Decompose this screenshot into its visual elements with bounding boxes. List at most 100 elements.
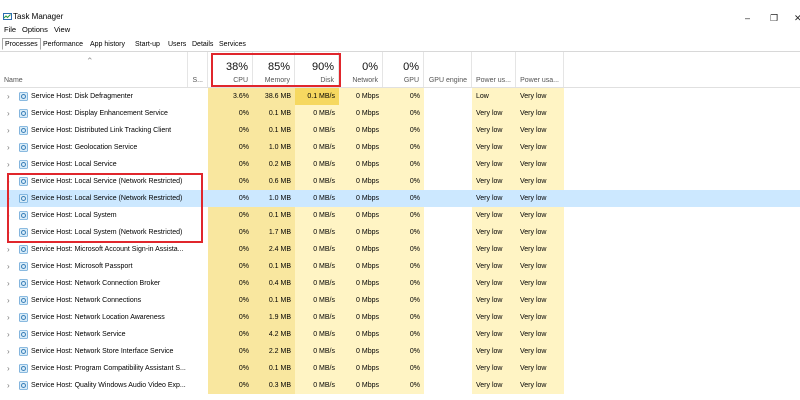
process-row[interactable]: › Service Host: Distributed Link Trackin… (0, 122, 800, 139)
gpu-engine-value (424, 326, 472, 343)
gpu-value: 0% (383, 241, 424, 258)
tab-startup[interactable]: Start-up (132, 38, 163, 50)
gpu-engine-value (424, 241, 472, 258)
expand-chevron-icon[interactable]: › (7, 105, 10, 122)
process-row[interactable]: › Service Host: Network Connection Broke… (0, 275, 800, 292)
tab-users[interactable]: Users (165, 38, 189, 50)
expand-chevron-icon[interactable]: › (7, 139, 10, 156)
column-header-gpu[interactable]: 0% GPU (383, 52, 424, 88)
service-gear-icon (19, 296, 28, 305)
tab-processes[interactable]: Processes (2, 38, 41, 50)
gpu-engine-value (424, 139, 472, 156)
expand-chevron-icon[interactable]: › (7, 241, 10, 258)
power-usage-value: Very low (472, 360, 516, 377)
process-row[interactable]: › Service Host: Geolocation Service 0% 1… (0, 139, 800, 156)
expand-chevron-icon[interactable]: › (7, 173, 10, 190)
column-header-status[interactable]: S... (188, 52, 208, 88)
expand-chevron-icon[interactable]: › (7, 292, 10, 309)
process-row[interactable]: › Service Host: Local System (Network Re… (0, 224, 800, 241)
process-name: Service Host: Network Store Interface Se… (31, 348, 174, 355)
service-gear-icon (19, 364, 28, 373)
power-usage-trend-value: Very low (516, 241, 564, 258)
column-header-power-usage-trend[interactable]: Power usa... (516, 52, 564, 88)
column-header-name[interactable]: Name (0, 52, 188, 88)
column-header-power-usage[interactable]: Power us... (472, 52, 516, 88)
process-row[interactable]: › Service Host: Network Location Awarene… (0, 309, 800, 326)
expand-chevron-icon[interactable]: › (7, 207, 10, 224)
expand-chevron-icon[interactable]: › (7, 190, 10, 207)
power-usage-trend-value: Very low (516, 309, 564, 326)
expand-chevron-icon[interactable]: › (7, 326, 10, 343)
power-usage-trend-value: Very low (516, 326, 564, 343)
gpu-value: 0% (383, 88, 424, 105)
expand-chevron-icon[interactable]: › (7, 360, 10, 377)
expand-chevron-icon[interactable]: › (7, 343, 10, 360)
column-header-cpu[interactable]: 38% CPU (208, 52, 253, 88)
column-label-cpu: CPU (233, 77, 248, 84)
power-usage-value: Very low (476, 195, 503, 202)
cpu-value: 0% (208, 360, 253, 377)
expand-chevron-icon[interactable]: › (7, 122, 10, 139)
gpu-value: 0% (383, 224, 424, 241)
expand-chevron-icon[interactable]: › (7, 88, 10, 105)
process-row[interactable]: › Service Host: Local Service (Network R… (0, 190, 800, 207)
tab-performance[interactable]: Performance (40, 38, 86, 50)
process-row[interactable]: › Service Host: Network Connections 0% 0… (0, 292, 800, 309)
power-usage-trend-value: Very low (516, 360, 564, 377)
gpu-engine-value (424, 156, 472, 173)
disk-value: 0 MB/s (313, 195, 335, 202)
disk-value: 0 MB/s (295, 360, 339, 377)
process-row[interactable]: › Service Host: Local System 0% 0.1 MB 0… (0, 207, 800, 224)
gpu-engine-value (424, 377, 472, 394)
service-gear-icon (19, 279, 28, 288)
gpu-value: 0% (383, 343, 424, 360)
process-row[interactable]: › Service Host: Microsoft Account Sign-i… (0, 241, 800, 258)
disk-value: 0 MB/s (295, 326, 339, 343)
expand-chevron-icon[interactable]: › (7, 156, 10, 173)
column-header-memory[interactable]: 85% Memory (253, 52, 295, 88)
process-name: Service Host: Microsoft Passport (31, 263, 133, 270)
disk-value: 0 MB/s (295, 292, 339, 309)
process-row[interactable]: › Service Host: Quality Windows Audio Vi… (0, 377, 800, 394)
column-label-memory: Memory (264, 77, 290, 84)
menu-options[interactable]: Options (22, 25, 48, 34)
process-row[interactable]: › Service Host: Network Service 0% 4.2 M… (0, 326, 800, 343)
expand-chevron-icon[interactable]: › (7, 258, 10, 275)
gpu-value: 0% (383, 207, 424, 224)
column-header-disk[interactable]: 90% Disk (295, 52, 339, 88)
cpu-value: 0% (208, 156, 253, 173)
expand-chevron-icon[interactable]: › (7, 275, 10, 292)
close-icon[interactable]: ✕ (794, 13, 800, 24)
process-row[interactable]: › Service Host: Disk Defragmenter 3.6% 3… (0, 88, 800, 105)
gpu-value: 0% (383, 292, 424, 309)
menu-file[interactable]: File (4, 25, 16, 34)
expand-chevron-icon[interactable]: › (7, 377, 10, 394)
power-usage-value: Very low (472, 275, 516, 292)
memory-value: 0.1 MB (253, 207, 295, 224)
expand-chevron-icon[interactable]: › (7, 224, 10, 241)
expand-chevron-icon[interactable]: › (7, 309, 10, 326)
restore-icon[interactable]: ❐ (770, 13, 778, 24)
process-row[interactable]: › Service Host: Network Store Interface … (0, 343, 800, 360)
process-name: Service Host: Disk Defragmenter (31, 93, 133, 100)
process-row[interactable]: › Service Host: Display Enhancement Serv… (0, 105, 800, 122)
cpu-value: 0% (208, 275, 253, 292)
process-row[interactable]: › Service Host: Local Service 0% 0.2 MB … (0, 156, 800, 173)
process-row[interactable]: › Service Host: Microsoft Passport 0% 0.… (0, 258, 800, 275)
power-usage-trend-value: Very low (520, 195, 547, 202)
network-total-percent: 0% (362, 61, 378, 73)
column-header-network[interactable]: 0% Network (339, 52, 383, 88)
disk-value: 0 MB/s (295, 377, 339, 394)
network-value: 0 Mbps (339, 156, 383, 173)
tab-details[interactable]: Details (189, 38, 216, 50)
process-name: Service Host: Network Connection Broker (31, 280, 161, 287)
process-row[interactable]: › Service Host: Program Compatibility As… (0, 360, 800, 377)
menu-view[interactable]: View (54, 25, 70, 34)
process-list: › Service Host: Disk Defragmenter 3.6% 3… (0, 88, 800, 394)
tab-services[interactable]: Services (216, 38, 249, 50)
process-name: Service Host: Distributed Link Tracking … (31, 127, 172, 134)
column-header-gpu-engine[interactable]: GPU engine (424, 52, 472, 88)
tab-app-history[interactable]: App history (87, 38, 128, 50)
process-row[interactable]: › Service Host: Local Service (Network R… (0, 173, 800, 190)
minimize-icon[interactable]: – (745, 13, 750, 23)
